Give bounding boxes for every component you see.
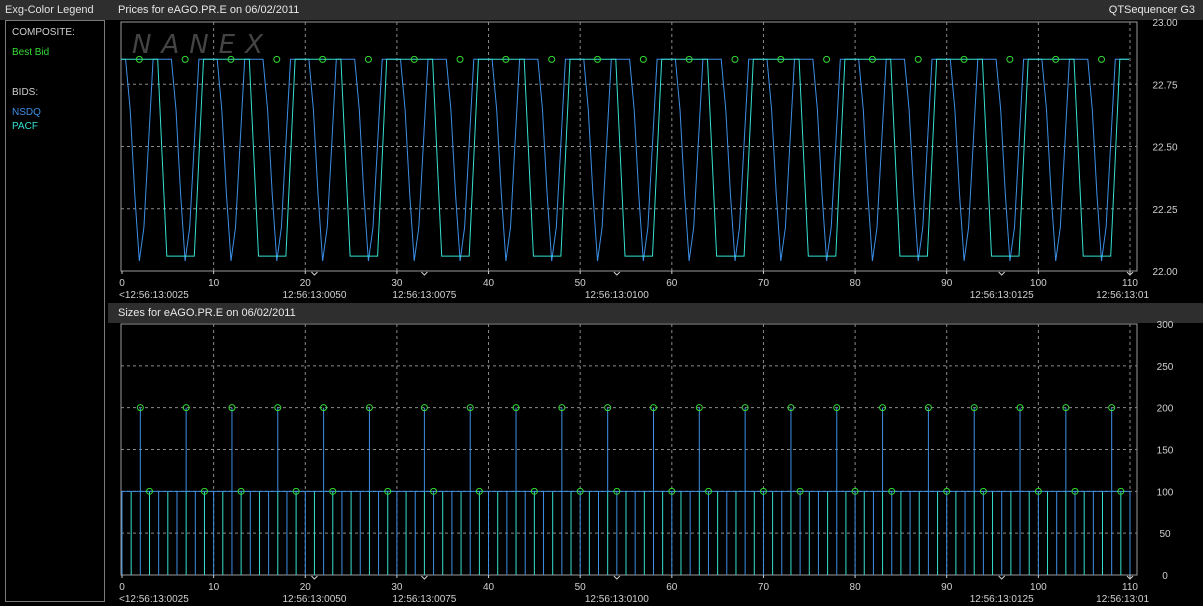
x-tick-label: 80 (850, 278, 862, 289)
x-tick-label: 0 (119, 278, 125, 289)
time-marker (613, 271, 621, 276)
prices-panel: 0 10 20 30 40 50 60 70 80 90 100 110 23.00 22.75 22.50… (119, 18, 1178, 301)
sizes-panel: 0 10 20 30 40 50 60 70 80 90 100 110 300 250 200 150 100… (119, 320, 1174, 605)
x-tick-label: 80 (850, 582, 862, 593)
time-marker (421, 575, 428, 580)
x-tick-label: 90 (941, 582, 953, 593)
x-tick-label: 20 (300, 582, 312, 593)
time-marker (311, 271, 318, 276)
x-tick-label: 70 (758, 278, 770, 289)
time-label: 12:56:13:0125 (970, 290, 1034, 301)
y-tick-label: 22.25 (1152, 205, 1177, 216)
x-tick-label: 40 (483, 582, 495, 593)
x-tick-label: 70 (758, 582, 770, 593)
time-marker (311, 575, 318, 580)
time-label: <12:56:13:0025 (119, 594, 189, 605)
time-label: 12:56:13:0050 (282, 594, 346, 605)
x-tick-label: 10 (208, 582, 220, 593)
y-tick-label: 23.00 (1152, 18, 1177, 29)
y-tick-label: 50 (1159, 529, 1171, 540)
y-tick-label: 100 (1157, 487, 1174, 498)
time-label: 12:56:13:0100 (585, 594, 649, 605)
time-marker (998, 575, 1006, 580)
x-tick-label: 30 (391, 582, 403, 593)
x-tick-label: 40 (483, 278, 495, 289)
time-label: 12:56:13:0100 (585, 290, 649, 301)
x-tick-label: 50 (575, 582, 587, 593)
x-tick-label: 0 (119, 582, 125, 593)
y-tick-label: 22.00 (1152, 267, 1177, 278)
y-tick-label: 22.50 (1152, 143, 1177, 154)
y-tick-label: 22.75 (1152, 80, 1177, 91)
time-label: 12:56:13:0050 (282, 290, 346, 301)
x-tick-label: 100 (1030, 582, 1047, 593)
time-label: 12:56:13:01 (1096, 290, 1149, 301)
x-tick-label: 100 (1030, 278, 1047, 289)
time-marker (421, 271, 428, 276)
y-tick-label: 0 (1162, 571, 1168, 582)
x-tick-label: 10 (208, 278, 220, 289)
y-tick-label: 150 (1157, 446, 1174, 457)
time-marker (613, 575, 621, 580)
x-tick-label: 90 (941, 278, 953, 289)
time-marker (998, 271, 1006, 276)
time-label: 12:56:13:0125 (970, 594, 1034, 605)
y-tick-label: 300 (1157, 320, 1174, 331)
time-label: <12:56:13:0025 (119, 290, 189, 301)
x-tick-label: 20 (300, 278, 312, 289)
time-label: 12:56:13:0075 (392, 290, 456, 301)
y-tick-label: 200 (1157, 404, 1174, 415)
x-tick-label: 60 (666, 582, 678, 593)
x-tick-label: 50 (575, 278, 587, 289)
x-tick-label: 30 (391, 278, 403, 289)
time-label: 12:56:13:01 (1096, 594, 1149, 605)
x-tick-label: 110 (1122, 582, 1138, 593)
chart-canvas: 0 10 20 30 40 50 60 70 80 90 100 11023.0022.7522.50… (119, 18, 1178, 605)
time-label: 12:56:13:0075 (392, 594, 456, 605)
x-tick-label: 110 (1122, 278, 1138, 289)
y-tick-label: 250 (1157, 362, 1174, 373)
x-tick-label: 60 (666, 278, 678, 289)
